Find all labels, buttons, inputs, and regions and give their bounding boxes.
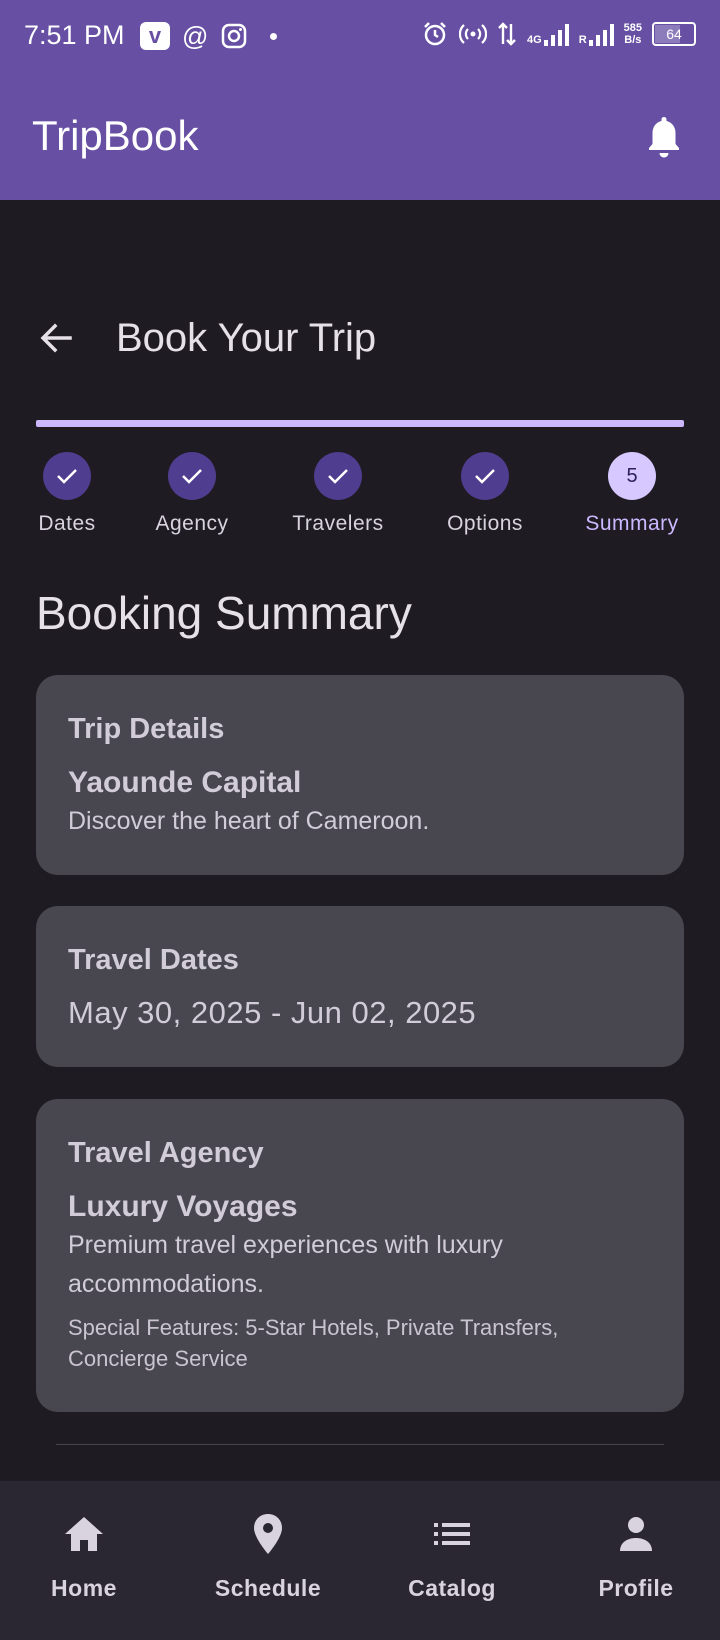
agency-features: Special Features: 5-Star Hotels, Private…	[68, 1315, 559, 1371]
travel-agency-card: Travel Agency Luxury Voyages Premium tra…	[36, 1099, 684, 1412]
status-time: 7:51 PM	[24, 20, 125, 50]
network-speed-unit: B/s	[624, 34, 642, 46]
back-button[interactable]	[36, 312, 88, 364]
bottom-navigation: Home Schedule Catalog Profile	[0, 1481, 720, 1640]
step-label: Dates	[38, 512, 96, 535]
signal-bars-icon	[543, 22, 569, 46]
agency-description: Premium travel experiences with luxury a…	[68, 1231, 503, 1298]
list-icon	[434, 1523, 470, 1545]
step-complete-indicator	[168, 452, 216, 500]
hotspot-icon	[459, 24, 487, 44]
check-icon	[475, 469, 495, 484]
vimeo-icon: v	[140, 22, 170, 50]
step-dates[interactable]: Dates	[0, 452, 137, 536]
nav-home[interactable]: Home	[9, 1511, 159, 1602]
step-label: Summary	[585, 512, 679, 535]
signal-4g: 4G	[527, 22, 569, 46]
person-icon	[620, 1517, 652, 1551]
step-summary[interactable]: 5 Summary	[562, 452, 702, 536]
step-travelers[interactable]: Travelers	[268, 452, 408, 536]
data-transfer-icon	[498, 22, 516, 46]
location-pin-icon	[254, 1514, 282, 1554]
network-speed-value: 585	[623, 22, 642, 34]
travel-date-range: May 30, 2025 - Jun 02, 2025	[68, 995, 477, 1030]
app-title: TripBook	[32, 112, 199, 159]
nav-label: Catalog	[408, 1575, 496, 1601]
agency-name: Luxury Voyages	[68, 1190, 298, 1223]
step-label: Travelers	[292, 512, 384, 535]
nav-profile[interactable]: Profile	[561, 1511, 711, 1602]
signal-roaming: R	[579, 22, 614, 46]
page-title: Book Your Trip	[116, 315, 377, 360]
trip-name: Yaounde Capital	[68, 766, 302, 799]
nav-label: Profile	[598, 1575, 674, 1601]
page-header: Book Your Trip	[36, 312, 376, 364]
stepper: Dates Agency Travelers Options 5 Summary	[0, 452, 720, 542]
check-icon	[182, 469, 202, 484]
instagram-icon	[222, 23, 247, 49]
threads-icon: @	[182, 21, 209, 51]
step-options[interactable]: Options	[415, 452, 555, 536]
nav-label: Schedule	[214, 1575, 322, 1601]
nav-label: Home	[51, 1575, 117, 1601]
roaming-indicator: R	[578, 34, 587, 46]
travel-dates-card: Travel Dates May 30, 2025 - Jun 02, 2025	[36, 906, 684, 1067]
check-icon	[57, 469, 77, 484]
step-agency[interactable]: Agency	[122, 452, 262, 536]
trip-details-card: Trip Details Yaounde Capital Discover th…	[36, 675, 684, 875]
arrow-back-icon	[40, 323, 72, 353]
signal-bars-icon	[588, 22, 614, 46]
step-label: Agency	[155, 512, 229, 535]
home-icon	[65, 1517, 103, 1551]
network-speed: 585 B/s	[624, 22, 642, 46]
card-title: Travel Agency	[68, 1137, 264, 1169]
app-header: 7:51 PM v @ 4G R 585 B/s 64 TripBook	[0, 0, 720, 200]
summary-heading: Booking Summary	[36, 587, 412, 639]
stepper-progress-bar	[36, 420, 684, 427]
nav-catalog[interactable]: Catalog	[377, 1511, 527, 1602]
step-label: Options	[447, 512, 523, 535]
divider	[56, 1444, 664, 1445]
card-title: Travel Dates	[68, 944, 239, 976]
more-notifications-dot	[270, 32, 278, 40]
step-complete-indicator	[461, 452, 509, 500]
step-complete-indicator	[43, 452, 91, 500]
notifications-icon[interactable]	[644, 114, 684, 160]
battery-icon: 64	[652, 22, 696, 46]
check-icon	[328, 469, 348, 484]
system-indicators: 4G R 585 B/s 64	[421, 20, 696, 48]
step-number: 5	[608, 452, 656, 500]
status-bar: 7:51 PM v @ 4G R 585 B/s 64	[0, 0, 720, 72]
card-title: Trip Details	[68, 713, 225, 745]
network-type: 4G	[527, 34, 542, 46]
nav-schedule[interactable]: Schedule	[193, 1511, 343, 1602]
notification-icons: v @	[140, 21, 278, 51]
battery-level: 64	[666, 26, 682, 42]
step-complete-indicator	[314, 452, 362, 500]
alarm-icon	[424, 22, 446, 46]
trip-description: Discover the heart of Cameroon.	[68, 807, 430, 835]
